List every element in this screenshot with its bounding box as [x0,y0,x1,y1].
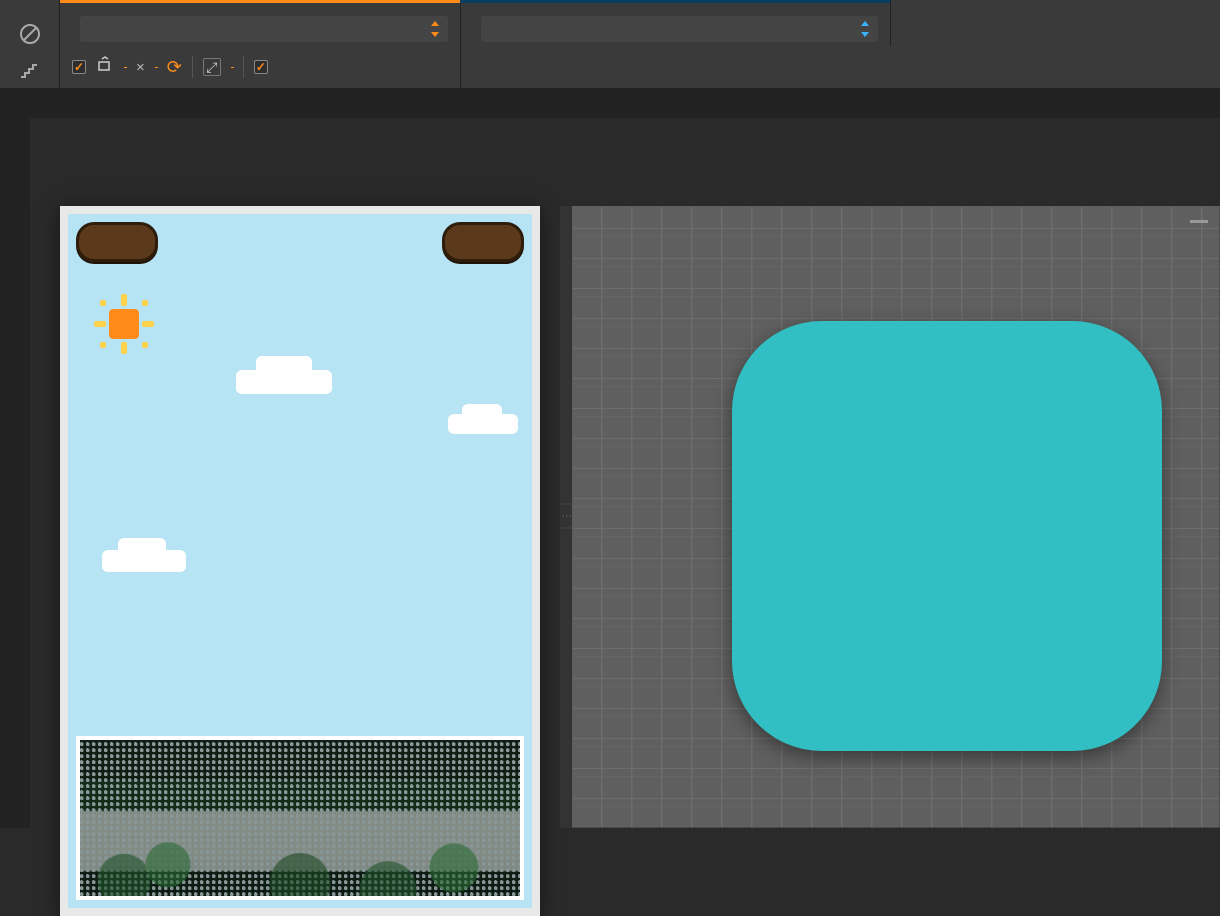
cloud-icon [236,370,332,394]
devtools-toolbar: × ⟳ ⤢ [0,0,1220,88]
device-section: × ⟳ ⤢ [60,0,460,88]
device-frame [60,206,540,916]
dim-multiply: × [136,59,145,76]
ruler-horizontal[interactable] [30,88,1220,118]
map-button[interactable] [76,222,158,262]
caret-icon [428,19,442,39]
device-select[interactable] [80,16,448,42]
canvas-panel[interactable]: ⋮⋮⋮ [572,206,1220,828]
separator [192,56,193,78]
panel-splitter[interactable]: ⋮⋮⋮ [560,206,572,828]
message-text [80,740,520,756]
toolbar-gutter [0,0,60,88]
minimize-icon[interactable] [1190,220,1208,223]
cancel-icon[interactable] [14,18,46,50]
ruler-corner [0,88,30,118]
cloud-icon [448,414,518,434]
sun-icon [94,294,154,354]
zoom-icon[interactable]: ⤢ [203,58,221,76]
game-canvas[interactable] [68,214,532,908]
app-icon[interactable] [732,321,1162,751]
caret-icon [858,19,872,39]
message-box[interactable] [76,736,524,900]
steps-icon[interactable] [14,56,46,88]
zoom-value[interactable] [231,67,233,68]
foliage-bg [80,740,520,896]
network-section [460,0,890,88]
ruler-vertical[interactable] [0,118,30,828]
rotate-checkbox[interactable] [72,60,86,74]
cloud-icon [102,550,186,572]
workspace: ⋮⋮⋮ [0,88,1220,828]
rotate-icon[interactable] [96,56,114,79]
network-select[interactable] [481,16,878,42]
fit-checkbox[interactable] [254,60,268,74]
refresh-icon[interactable]: ⟳ [167,57,182,78]
viewport-height-input[interactable] [155,67,157,68]
separator [243,56,244,78]
item-button[interactable] [442,222,524,262]
viewport-width-input[interactable] [124,67,126,68]
